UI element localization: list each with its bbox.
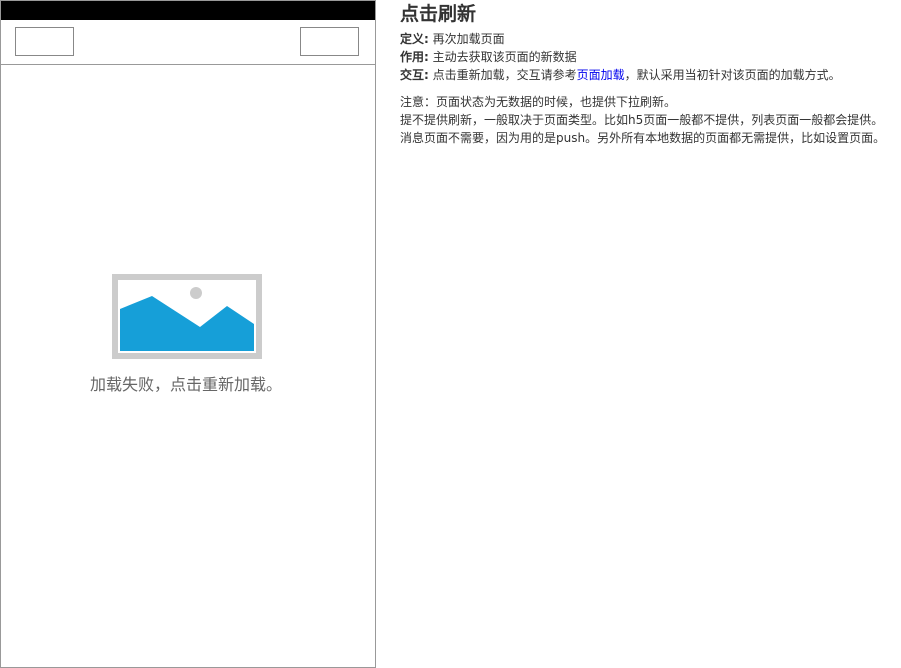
- interaction-label: 交互:: [400, 68, 429, 82]
- remark-line-1: 注意：页面状态为无数据的时候，也提供下拉刷新。: [400, 95, 677, 109]
- remark-line-3: 消息页面不需要，因为用的是push。另外所有本地数据的页面都无需提供，比如设置页…: [400, 131, 886, 145]
- canvas: 加载失败，点击重新加载。 点击刷新 定义: 再次加载页面 作用: 主动去获取该页…: [0, 0, 901, 668]
- status-bar: [1, 1, 375, 20]
- page-loading-link[interactable]: 页面加载: [577, 68, 625, 82]
- purpose-line: 作用: 主动去获取该页面的新数据: [400, 48, 897, 66]
- definition-label: 定义:: [400, 32, 429, 46]
- interaction-line: 交互: 点击重新加载，交互请参考页面加载，默认采用当初针对该页面的加载方式。: [400, 66, 897, 84]
- phone-mockup: 加载失败，点击重新加载。: [0, 0, 376, 668]
- interaction-text-after: ，默认采用当初针对该页面的加载方式。: [624, 68, 841, 82]
- image-placeholder-icon[interactable]: [112, 274, 262, 359]
- nav-left-button[interactable]: [15, 27, 74, 56]
- definition-line: 定义: 再次加载页面: [400, 30, 897, 48]
- navigation-bar: [1, 20, 375, 65]
- remark-line-2: 提不提供刷新，一般取决于页面类型。比如h5页面一般都不提供，列表页面一般都会提供…: [400, 113, 884, 127]
- purpose-label: 作用:: [400, 50, 429, 64]
- interaction-text-before: 点击重新加载，交互请参考: [432, 68, 577, 82]
- page-title: 点击刷新: [400, 3, 477, 25]
- nav-right-button[interactable]: [300, 27, 359, 56]
- reload-prompt-text[interactable]: 加载失败，点击重新加载。: [1, 371, 371, 395]
- definition-text: 再次加载页面: [432, 32, 505, 46]
- purpose-text: 主动去获取该页面的新数据: [432, 50, 577, 64]
- spec-notes: 点击刷新 定义: 再次加载页面 作用: 主动去获取该页面的新数据 交互: 点击重…: [400, 2, 897, 147]
